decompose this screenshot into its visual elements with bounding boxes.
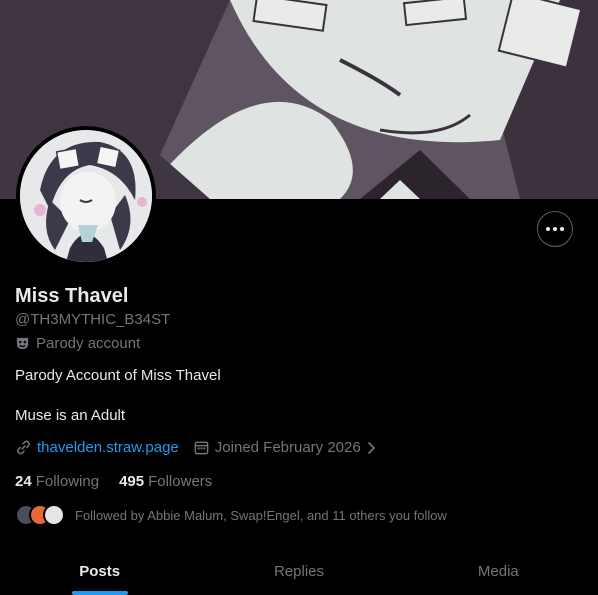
follower-avatars: [15, 502, 75, 528]
following-count: 24: [15, 473, 32, 490]
following-link[interactable]: 24 Following: [15, 473, 99, 490]
more-options-button[interactable]: [537, 211, 573, 247]
parody-label-text: Parody account: [36, 335, 141, 352]
followed-by-text: Followed by Abbie Malum, Swap!Engel, and…: [75, 507, 447, 523]
parody-mask-icon: [16, 337, 29, 350]
tab-replies[interactable]: Replies: [199, 549, 398, 595]
followers-count: 495: [119, 473, 145, 490]
active-tab-indicator: [71, 591, 128, 595]
more-icon: [546, 227, 564, 231]
website-link[interactable]: thavelden.straw.page: [37, 439, 179, 456]
followers-link[interactable]: 495 Followers: [119, 473, 212, 490]
chevron-right-icon[interactable]: [366, 441, 377, 455]
follower-avatar: [43, 504, 65, 526]
avatar-image: [20, 130, 152, 262]
bio-line-1: Parody Account of Miss Thavel: [15, 367, 221, 384]
following-label: Following: [35, 473, 100, 490]
tab-posts[interactable]: Posts: [0, 549, 199, 595]
profile-tabs: Posts Replies Media: [0, 549, 598, 595]
profile-name: Miss Thavel: [15, 285, 129, 307]
calendar-icon: [194, 441, 209, 455]
tab-media[interactable]: Media: [399, 549, 598, 595]
profile-meta: thavelden.straw.page Joined February 202…: [15, 439, 377, 456]
parody-label: Parody account: [15, 335, 140, 352]
bio-line-2: Muse is an Adult: [15, 407, 126, 424]
profile-avatar[interactable]: [16, 126, 156, 266]
joined-date[interactable]: Joined February 2026: [215, 439, 361, 456]
link-icon: [17, 440, 30, 455]
profile-handle: @TH3MYTHIC_B34ST: [15, 311, 171, 328]
tab-label: Media: [477, 563, 519, 580]
tab-label: Replies: [273, 563, 324, 580]
tab-label: Posts: [79, 563, 121, 580]
followers-label: Followers: [148, 473, 213, 490]
follow-stats: 24 Following 495 Followers: [15, 473, 212, 490]
followed-by[interactable]: Followed by Abbie Malum, Swap!Engel, and…: [15, 502, 447, 528]
